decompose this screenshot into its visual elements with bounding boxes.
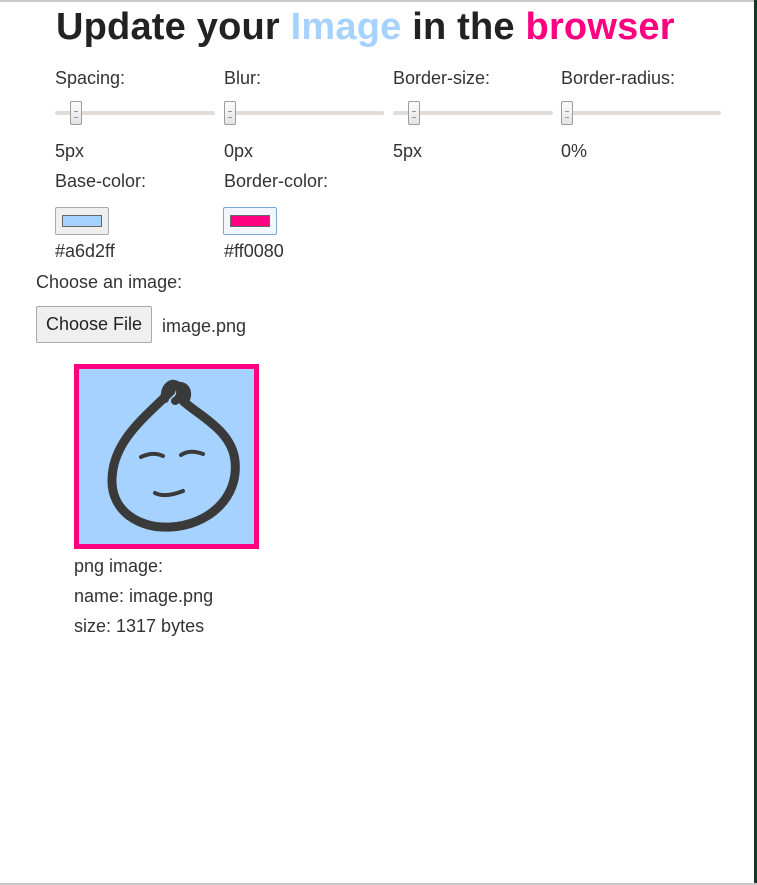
border-color-swatch [230,215,270,227]
title-middle: in the [401,6,526,48]
border-radius-slider[interactable] [561,101,721,125]
border-color-label: Border-color: [224,171,329,191]
base-color-picker[interactable] [55,207,109,235]
image-preview [74,364,259,549]
slider-track [561,111,721,115]
border-radius-label: Border-radius: [561,68,676,88]
blur-label: Blur: [224,68,262,88]
chosen-file-name: image.png [162,316,247,336]
image-size-info: size: 1317 bytes [74,616,205,636]
spacing-slider[interactable] [55,101,215,125]
slider-thumb[interactable] [224,101,236,125]
choose-file-button[interactable]: Choose File [36,306,153,343]
image-type-info: png image: [74,556,164,576]
drop-face-icon [107,379,240,532]
spacing-value: 5px [55,141,85,161]
spacing-label: Spacing: [55,68,126,88]
page-title: Update your Image in the browser [56,6,675,49]
border-size-slider[interactable] [393,101,553,125]
slider-thumb[interactable] [407,101,420,125]
base-color-value: #a6d2ff [55,241,115,261]
border-size-label: Border-size: [393,68,491,88]
slider-track [224,111,384,115]
title-highlight-browser: browser [525,6,675,48]
slider-thumb[interactable] [561,101,573,125]
window-top-edge [0,0,757,2]
base-color-label: Base-color: [55,171,147,191]
border-color-value: #ff0080 [224,241,284,261]
slider-thumb[interactable] [69,101,82,125]
border-radius-value: 0% [561,141,588,161]
blur-value: 0px [224,141,254,161]
base-color-swatch [62,215,102,227]
title-highlight-image: Image [290,6,402,48]
title-prefix: Update your [56,6,291,48]
blur-slider[interactable] [224,101,384,125]
choose-image-label: Choose an image: [36,272,183,292]
border-size-value: 5px [393,141,423,161]
image-name-info: name: image.png [74,586,214,606]
border-color-picker[interactable] [223,207,277,235]
